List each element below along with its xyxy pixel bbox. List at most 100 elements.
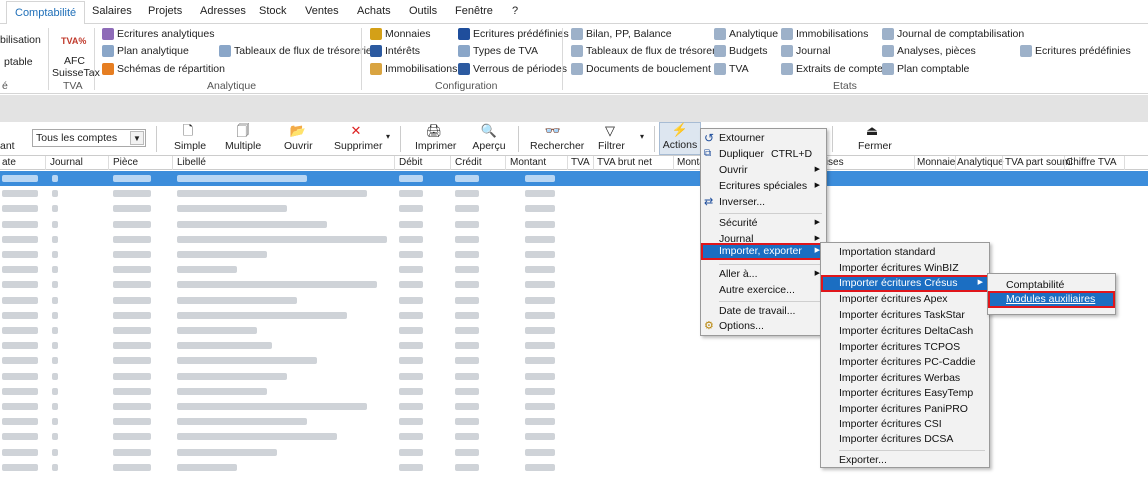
menu-item-import-taskstar[interactable]: Importer écritures TaskStar: [821, 307, 989, 323]
extraits-comptes-button[interactable]: Extraits de comptes: [781, 63, 888, 75]
col-monnaie[interactable]: Monnaie: [917, 157, 955, 168]
menu-item-ecritures-speciales[interactable]: Ecritures spéciales ▶: [701, 178, 826, 194]
menu-item-import-easytemp[interactable]: Importer écritures EasyTemp: [821, 385, 989, 401]
account-filter-select[interactable]: Tous les comptes ▼: [32, 129, 146, 147]
analyses-pieces-button[interactable]: Analyses, pièces: [882, 45, 976, 57]
menu-item-inverser[interactable]: ⇄ Inverser...: [701, 194, 826, 210]
tab-ventes[interactable]: Ventes: [305, 5, 339, 17]
fermer-button[interactable]: ⏏ Fermer: [858, 124, 892, 153]
journal-comptabilisation-button[interactable]: Journal de comptabilisation: [882, 28, 1024, 40]
col-piece[interactable]: Pièce: [113, 157, 138, 168]
menu-item-aller-a[interactable]: Aller à... ▶: [701, 266, 826, 282]
tab-salaires[interactable]: Salaires: [92, 5, 132, 17]
menu-item-import-cresus[interactable]: Importer écritures Crésus ▶: [821, 275, 989, 292]
ecritures-analytiques-button[interactable]: Ecritures analytiques: [102, 28, 214, 40]
menu-item-date-de-travail[interactable]: Date de travail...: [701, 303, 826, 319]
documents-bouclement-button[interactable]: Documents de bouclement: [571, 63, 711, 75]
menu-item-import-panipro[interactable]: Importer écritures PaniPRO: [821, 401, 989, 417]
schemas-repartition-button[interactable]: Schémas de répartition: [102, 63, 225, 75]
tab-adresses[interactable]: Adresses: [200, 5, 246, 17]
tableaux-flux-analytique-button[interactable]: Tableaux de flux de trésorerie: [219, 45, 372, 57]
bilan-pp-balance-button[interactable]: Bilan, PP, Balance: [571, 28, 672, 40]
actions-button[interactable]: ⚡ Actions: [659, 122, 701, 155]
col-date[interactable]: ate: [2, 157, 16, 168]
simple-button[interactable]: 🗋 Simple: [174, 124, 206, 153]
immobilisations-report-button[interactable]: Immobilisations: [781, 28, 868, 40]
plan-analytique-button[interactable]: Plan analytique: [102, 45, 189, 57]
col-tva-part-soumise[interactable]: TVA part soumi: [1005, 157, 1073, 168]
menu-item-importer-exporter[interactable]: Importer, exporter ▶: [701, 243, 826, 260]
ribbon-cut-item[interactable]: bilisation: [0, 34, 41, 46]
analytique-report-button[interactable]: Analytique: [714, 28, 778, 40]
table-row[interactable]: [0, 201, 1148, 216]
menu-item-securite[interactable]: Sécurité ▶: [701, 215, 826, 231]
col-tva-brut-net[interactable]: TVA brut net: [597, 157, 652, 168]
monnaies-button[interactable]: Monnaies: [370, 28, 431, 40]
tab-fenetre[interactable]: Fenêtre: [455, 5, 493, 17]
menu-item-exporter[interactable]: Exporter...: [821, 452, 989, 468]
types-tva-button[interactable]: Types de TVA: [458, 45, 538, 57]
filtrer-dropdown-icon[interactable]: ▾: [640, 132, 644, 141]
menu-item-import-werbas[interactable]: Importer écritures Werbas: [821, 370, 989, 386]
col-debit[interactable]: Débit: [399, 157, 422, 168]
immobilisations-config-button[interactable]: Immobilisations: [370, 63, 457, 75]
obscured-cell: [113, 205, 151, 213]
afc-label[interactable]: AFC: [64, 55, 85, 67]
table-row[interactable]: [0, 217, 1148, 232]
menu-item-import-deltacash[interactable]: Importer écritures DeltaCash: [821, 323, 989, 339]
menu-item-ouvrir[interactable]: Ouvrir ▶: [701, 162, 826, 178]
tab-stock[interactable]: Stock: [259, 5, 287, 17]
menu-item-import-pc-caddie[interactable]: Importer écritures PC-Caddie: [821, 354, 989, 370]
obscured-cell: [113, 342, 151, 350]
supprimer-button[interactable]: ✕ Supprimer: [334, 124, 382, 153]
tab-projets[interactable]: Projets: [148, 5, 182, 17]
menu-item-importation-standard[interactable]: Importation standard: [821, 244, 989, 260]
col-credit[interactable]: Crédit: [455, 157, 482, 168]
table-row[interactable]: [0, 171, 1148, 187]
verrous-periodes-button[interactable]: Verrous de périodes: [458, 63, 567, 75]
menu-item-extourner[interactable]: ↺ Extourner: [701, 130, 826, 146]
budgets-button[interactable]: Budgets: [714, 45, 768, 57]
table-icon: [458, 45, 470, 57]
supprimer-dropdown-icon[interactable]: ▾: [386, 132, 390, 141]
col-montant[interactable]: Montant: [510, 157, 546, 168]
apercu-button[interactable]: 🔍 Aperçu: [472, 124, 506, 153]
menu-item-dupliquer[interactable]: ⧉ Dupliquer CTRL+D: [701, 146, 826, 162]
ecritures-predefinies-config-button[interactable]: Ecritures prédéfinies: [458, 28, 569, 40]
interets-button[interactable]: Intérêts: [370, 45, 420, 57]
table-row[interactable]: [0, 186, 1148, 201]
menu-item-options[interactable]: ⚙ Options...: [701, 318, 826, 334]
ouvrir-button[interactable]: 📂 Ouvrir: [284, 124, 313, 153]
obscured-cell: [113, 463, 151, 471]
obscured-cell: [455, 463, 479, 471]
col-analytique[interactable]: Analytique: [957, 157, 1004, 168]
menu-item-import-apex[interactable]: Importer écritures Apex: [821, 291, 989, 307]
multiple-button[interactable]: 🗍 Multiple: [225, 124, 261, 153]
menu-item-import-dcsa[interactable]: Importer écritures DCSA: [821, 431, 989, 447]
tab-outils[interactable]: Outils: [409, 5, 437, 17]
imprimer-button[interactable]: 🖨 Imprimer: [415, 124, 456, 153]
col-tva[interactable]: TVA: [571, 157, 590, 168]
ecritures-predefinies-report-button[interactable]: Ecritures prédéfinies: [1020, 45, 1131, 57]
col-journal[interactable]: Journal: [50, 157, 83, 168]
plan-comptable-button[interactable]: Plan comptable: [882, 63, 969, 75]
suissetax-label[interactable]: SuisseTax: [52, 67, 100, 79]
rechercher-button[interactable]: 👓 Rechercher: [530, 124, 584, 153]
col-chiffre-tva[interactable]: Chiffre TVA: [1066, 157, 1117, 168]
tva-report-button[interactable]: TVA: [714, 63, 749, 75]
tableaux-flux-etats-button[interactable]: Tableaux de flux de trésorerie: [571, 45, 724, 57]
tab-achats[interactable]: Achats: [357, 5, 391, 17]
menu-item-import-tcpos[interactable]: Importer écritures TCPOS: [821, 339, 989, 355]
ribbon-cut-item[interactable]: ptable: [4, 56, 33, 68]
journal-report-button[interactable]: Journal: [781, 45, 830, 57]
menu-item-modules-auxiliaires[interactable]: Modules auxiliaires: [988, 291, 1115, 308]
menu-item-autre-exercice[interactable]: Autre exercice...: [701, 282, 826, 298]
tab-help[interactable]: ?: [512, 5, 518, 17]
filtrer-button[interactable]: ▽ Filtrer: [598, 124, 625, 153]
col-libelle[interactable]: Libellé: [177, 157, 206, 168]
menu-item-import-csi[interactable]: Importer écritures CSI: [821, 416, 989, 432]
obscured-cell: [52, 418, 58, 426]
tab-comptabilite[interactable]: Comptabilité: [6, 1, 86, 25]
menu-item-import-winbiz[interactable]: Importer écritures WinBIZ: [821, 260, 989, 276]
col-divider: [1064, 156, 1065, 170]
